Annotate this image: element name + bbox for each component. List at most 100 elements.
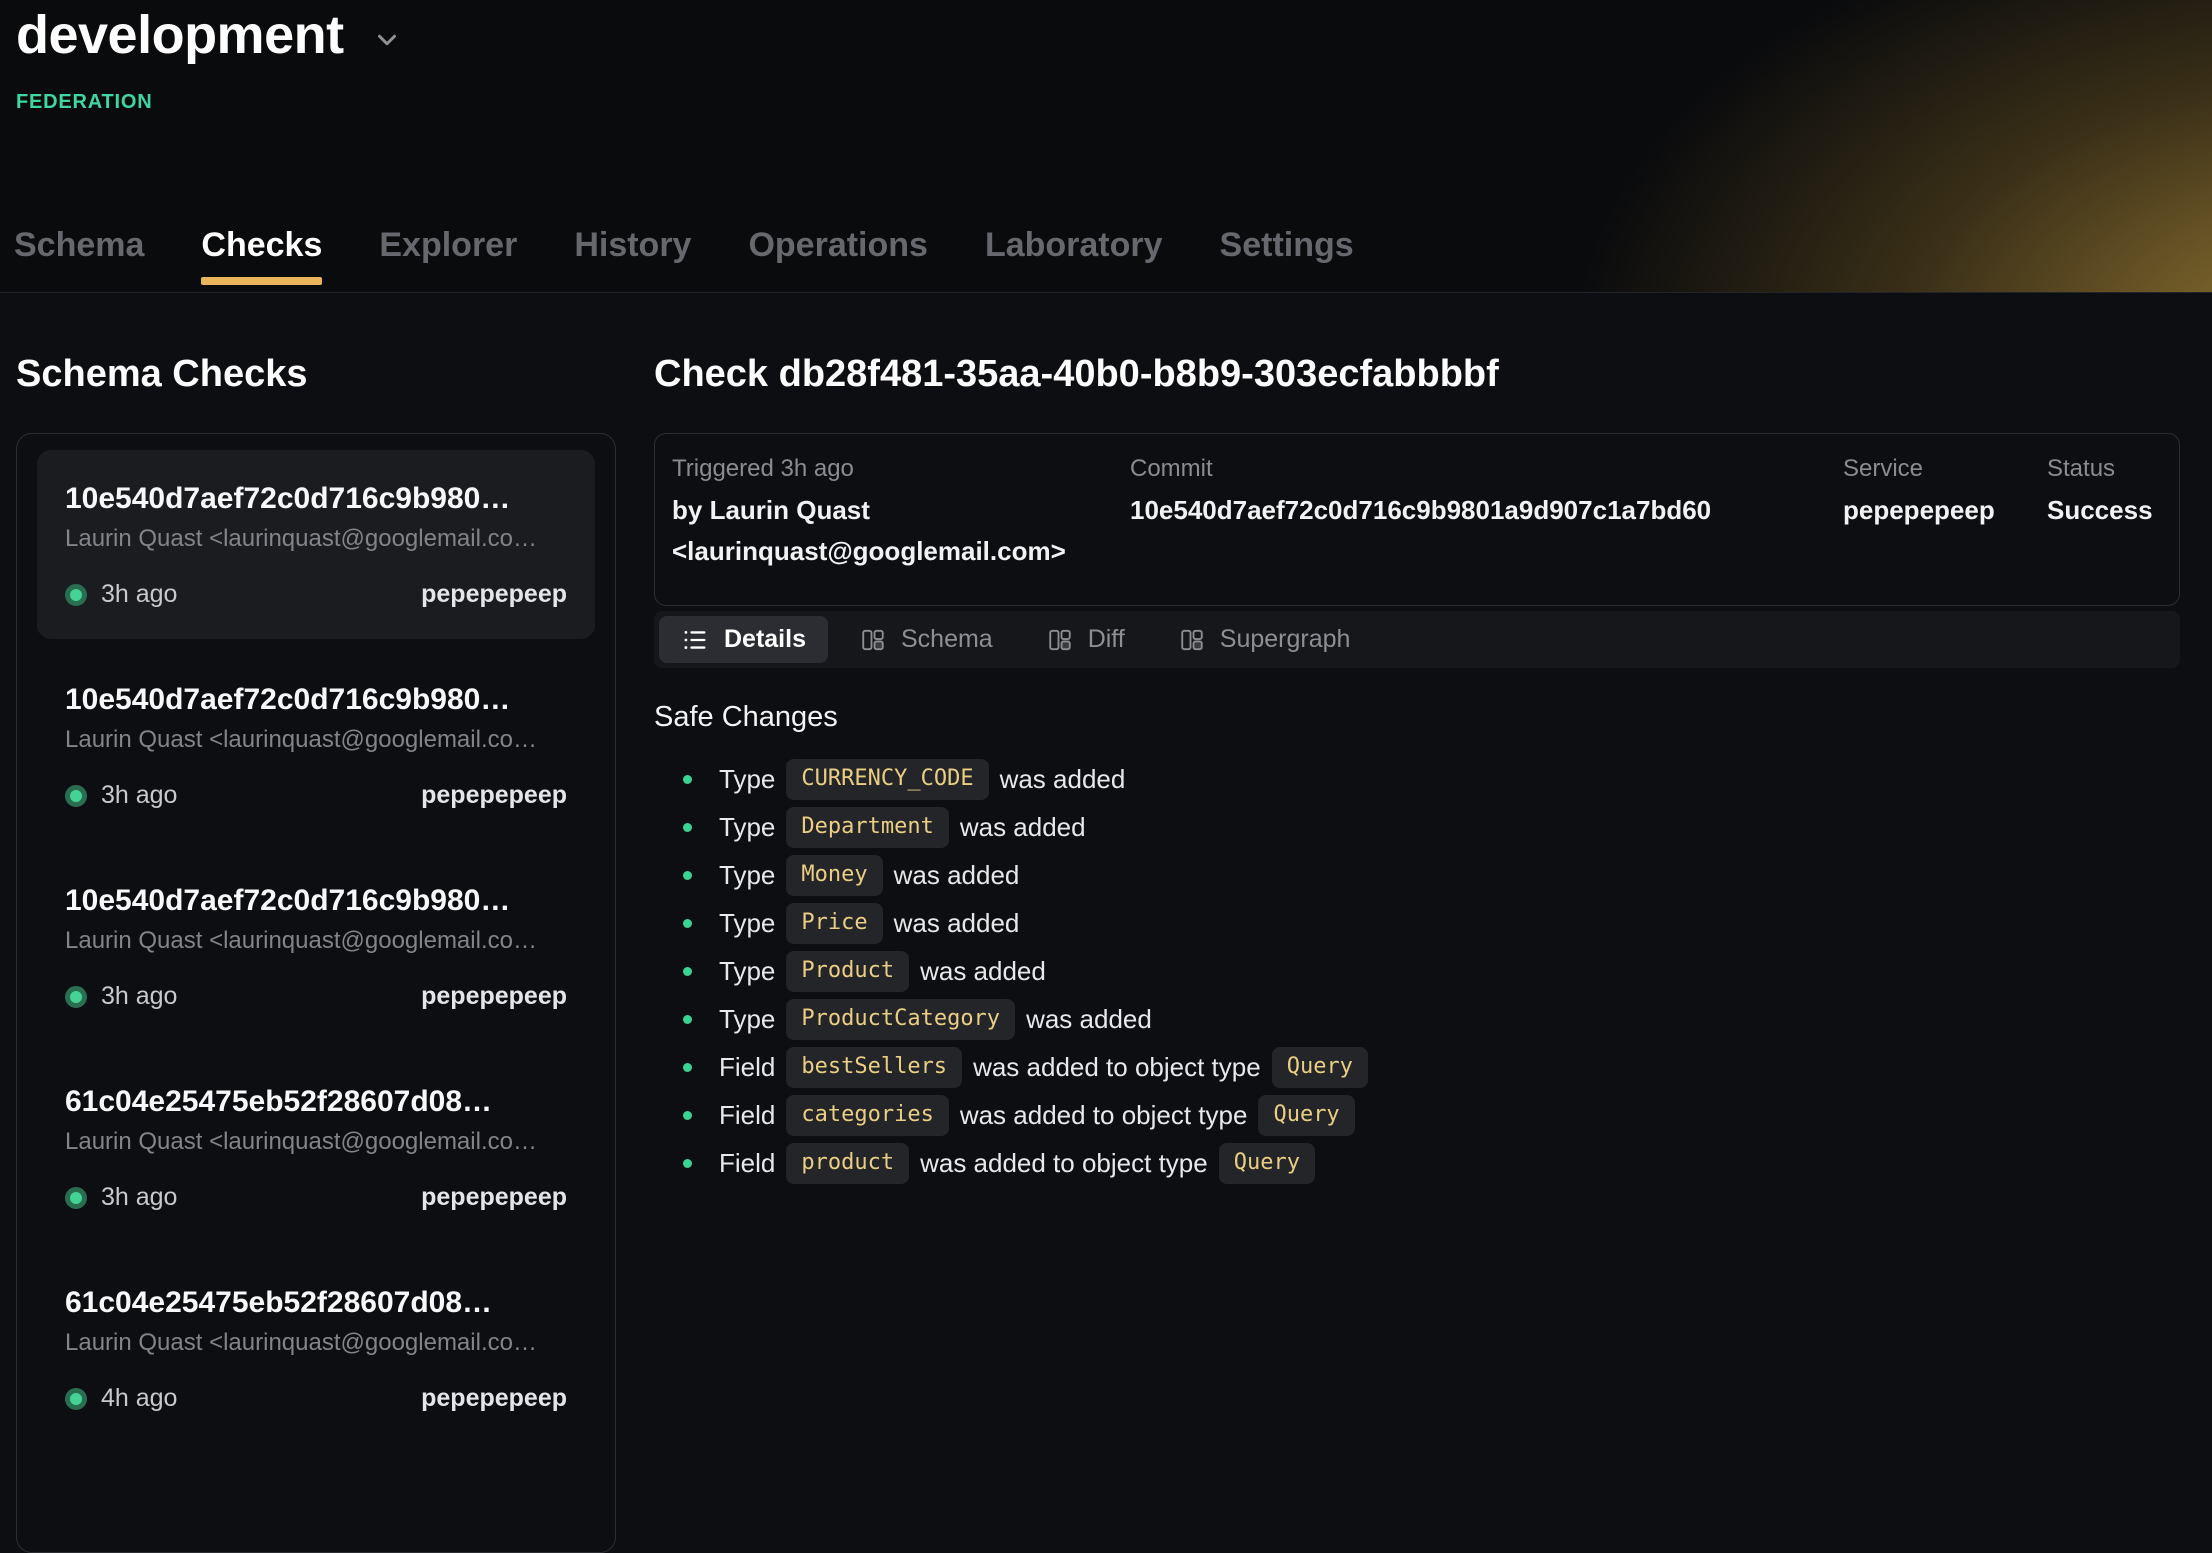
- tab-details[interactable]: Details: [659, 616, 828, 663]
- tab-checks[interactable]: Checks: [201, 226, 322, 292]
- tab-diff[interactable]: Diff: [1025, 616, 1147, 663]
- code-chip: Product: [786, 951, 909, 992]
- page-title: Check db28f481-35aa-40b0-b8b9-303ecfabbb…: [654, 351, 2180, 397]
- check-list-item[interactable]: 10e540d7aef72c0d716c9b980… Laurin Quast …: [37, 651, 595, 840]
- code-chip: Price: [786, 903, 882, 944]
- change-prefix: Field: [719, 1052, 775, 1083]
- tab-explorer[interactable]: Explorer: [379, 226, 517, 292]
- status-label: Status: [2047, 455, 2159, 483]
- sidebar-title: Schema Checks: [16, 351, 616, 397]
- chevron-down-icon[interactable]: [372, 25, 402, 55]
- tab-schema-view-label: Schema: [901, 625, 993, 654]
- tab-schema-view[interactable]: Schema: [838, 616, 1015, 663]
- triggered-value: by Laurin Quast <laurinquast@googlemail.…: [672, 490, 1130, 572]
- tab-diff-label: Diff: [1088, 625, 1125, 654]
- check-service: pepepepeep: [421, 982, 567, 1011]
- code-chip: CURRENCY_CODE: [786, 759, 988, 800]
- check-id: 61c04e25475eb52f28607d08…: [65, 1085, 567, 1119]
- bullet-icon: [683, 1015, 692, 1024]
- tab-schema[interactable]: Schema: [14, 226, 144, 292]
- change-row: Field bestSellers was added to object ty…: [654, 1043, 2180, 1091]
- check-meta: 3h ago pepepepeep: [65, 781, 567, 810]
- bullet-icon: [683, 967, 692, 976]
- federation-badge: FEDERATION: [16, 91, 153, 114]
- tab-history[interactable]: History: [574, 226, 691, 292]
- triggered-column: Triggered 3h ago by Laurin Quast <laurin…: [672, 455, 1130, 605]
- change-prefix: Field: [719, 1148, 775, 1179]
- detail-tabs: Details Schema Diff Supergraph: [654, 611, 2180, 668]
- change-suffix: was added to object type: [920, 1148, 1208, 1179]
- code-chip: Money: [786, 855, 882, 896]
- change-suffix: was added: [920, 956, 1046, 987]
- check-time: 3h ago: [101, 781, 177, 810]
- tab-settings[interactable]: Settings: [1220, 226, 1354, 292]
- check-meta: 3h ago pepepepeep: [65, 1183, 567, 1212]
- tab-laboratory[interactable]: Laboratory: [985, 226, 1163, 292]
- check-time: 3h ago: [101, 982, 177, 1011]
- change-row: Type CURRENCY_CODE was added: [654, 755, 2180, 803]
- success-dot-icon: [65, 1388, 87, 1410]
- check-id: 10e540d7aef72c0d716c9b980…: [65, 482, 567, 516]
- change-row: Type Product was added: [654, 947, 2180, 995]
- bullet-icon: [683, 1063, 692, 1072]
- change-row: Field categories was added to object typ…: [654, 1091, 2180, 1139]
- schema-checks-sidebar: Schema Checks 10e540d7aef72c0d716c9b980……: [0, 293, 616, 1553]
- tab-supergraph[interactable]: Supergraph: [1157, 616, 1373, 663]
- change-prefix: Field: [719, 1100, 775, 1131]
- change-prefix: Type: [719, 812, 775, 843]
- bullet-icon: [683, 823, 692, 832]
- check-list-item[interactable]: 10e540d7aef72c0d716c9b980… Laurin Quast …: [37, 450, 595, 639]
- columns-icon: [1179, 627, 1205, 653]
- success-dot-icon: [65, 1187, 87, 1209]
- check-author: Laurin Quast <laurinquast@googlemail.co…: [65, 1329, 567, 1357]
- service-column: Service pepepepeep: [1843, 455, 2047, 605]
- changes-list: Type CURRENCY_CODE was added Type Depart…: [654, 755, 2180, 1187]
- code-chip: categories: [786, 1095, 948, 1136]
- check-list-item[interactable]: 61c04e25475eb52f28607d08… Laurin Quast <…: [37, 1053, 595, 1242]
- success-dot-icon: [65, 986, 87, 1008]
- change-prefix: Type: [719, 1004, 775, 1035]
- bullet-icon: [683, 1111, 692, 1120]
- change-suffix: was added: [894, 908, 1020, 939]
- success-dot-icon: [65, 785, 87, 807]
- change-prefix: Type: [719, 908, 775, 939]
- bullet-icon: [683, 919, 692, 928]
- bullet-icon: [683, 1159, 692, 1168]
- code-chip: Query: [1272, 1047, 1368, 1088]
- commit-label: Commit: [1130, 455, 1843, 483]
- change-row: Type Price was added: [654, 899, 2180, 947]
- primary-nav: Schema Checks Explorer History Operation…: [14, 226, 1354, 292]
- check-time: 3h ago: [101, 580, 177, 609]
- change-suffix: was added: [894, 860, 1020, 891]
- change-suffix: was added to object type: [960, 1100, 1248, 1131]
- columns-icon: [1047, 627, 1073, 653]
- change-suffix: was added to object type: [973, 1052, 1261, 1083]
- check-service: pepepepeep: [421, 580, 567, 609]
- code-chip: bestSellers: [786, 1047, 962, 1088]
- bullet-icon: [683, 871, 692, 880]
- check-summary-box: Triggered 3h ago by Laurin Quast <laurin…: [654, 433, 2180, 606]
- service-label: Service: [1843, 455, 2047, 483]
- list-icon: [681, 626, 709, 654]
- success-dot-icon: [65, 584, 87, 606]
- commit-value: 10e540d7aef72c0d716c9b9801a9d907c1a7bd60: [1130, 490, 1843, 531]
- check-detail-panel: Check db28f481-35aa-40b0-b8b9-303ecfabbb…: [616, 293, 2212, 1553]
- tab-supergraph-label: Supergraph: [1220, 625, 1351, 654]
- bullet-icon: [683, 775, 692, 784]
- service-value: pepepepeep: [1843, 490, 2047, 531]
- columns-icon: [860, 627, 886, 653]
- workspace-switcher[interactable]: development: [16, 4, 402, 66]
- header: development FEDERATION Schema Checks Exp…: [0, 0, 2212, 293]
- change-row: Type Department was added: [654, 803, 2180, 851]
- check-meta: 4h ago pepepepeep: [65, 1384, 567, 1413]
- tab-operations[interactable]: Operations: [748, 226, 927, 292]
- commit-column: Commit 10e540d7aef72c0d716c9b9801a9d907c…: [1130, 455, 1843, 605]
- change-suffix: was added: [1026, 1004, 1152, 1035]
- check-list-item[interactable]: 61c04e25475eb52f28607d08… Laurin Quast <…: [37, 1254, 595, 1443]
- code-chip: ProductCategory: [786, 999, 1015, 1040]
- change-row: Field product was added to object type Q…: [654, 1139, 2180, 1187]
- check-time: 4h ago: [101, 1384, 177, 1413]
- check-list-item[interactable]: 10e540d7aef72c0d716c9b980… Laurin Quast …: [37, 852, 595, 1041]
- check-author: Laurin Quast <laurinquast@googlemail.co…: [65, 525, 567, 553]
- check-meta: 3h ago pepepepeep: [65, 982, 567, 1011]
